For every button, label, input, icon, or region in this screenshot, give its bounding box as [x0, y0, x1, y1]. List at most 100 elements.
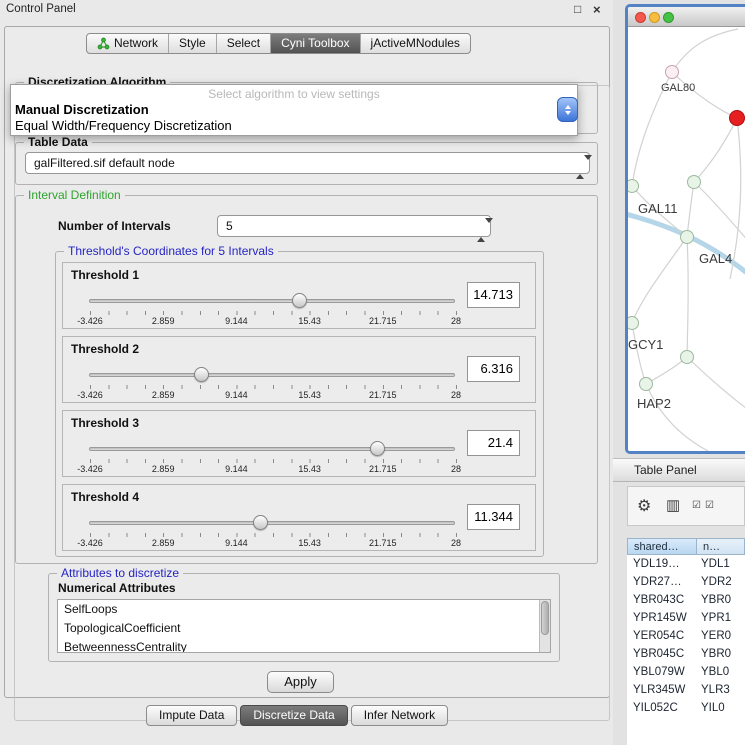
tab-style[interactable]: Style: [169, 34, 217, 53]
threshold-4-value-field[interactable]: 11.344: [467, 504, 520, 530]
zoom-traffic-light[interactable]: [663, 12, 674, 23]
node-label: GAL11: [638, 201, 678, 216]
threshold-2-slider[interactable]: [89, 366, 455, 383]
tab-network[interactable]: Network: [87, 34, 169, 53]
slider-ticks: [90, 385, 457, 389]
network-node[interactable]: [687, 175, 701, 189]
scale-label: 9.144: [225, 316, 248, 326]
network-canvas[interactable]: GAL80 GAL11 GAL4 GCY1 HAP2: [628, 27, 745, 454]
close-icon[interactable]: ×: [593, 2, 601, 17]
cell-name: YPR1: [697, 609, 745, 627]
dropdown-option-manual-discretization[interactable]: Manual Discretization: [11, 102, 577, 118]
table-row[interactable]: YDL19… YDL1: [627, 555, 745, 573]
spinner-arrows-icon: [576, 157, 584, 177]
table-row[interactable]: YIL052C YIL0: [627, 699, 745, 717]
network-node[interactable]: [625, 179, 639, 193]
list-item[interactable]: TopologicalCoefficient: [58, 619, 550, 638]
tab-select[interactable]: Select: [217, 34, 271, 53]
algorithm-dropdown-popup: Select algorithm to view settings Manual…: [10, 84, 578, 136]
slider-track[interactable]: [89, 447, 455, 451]
highlighted-network-node[interactable]: [729, 110, 745, 126]
slider-scale: -3.426 2.859 9.144 15.43 21.715 28: [90, 390, 456, 401]
cell-shared-name: YBL079W: [627, 663, 697, 681]
tab-label: Network: [114, 34, 158, 53]
scale-label: 2.859: [152, 464, 175, 474]
tab-discretize-data[interactable]: Discretize Data: [240, 705, 347, 726]
network-view-window[interactable]: GAL80 GAL11 GAL4 GCY1 HAP2: [625, 4, 745, 454]
threshold-panel: Threshold 1 -3.426 2.859 9.144 15.43 21.…: [62, 262, 536, 329]
tab-cyni-toolbox[interactable]: Cyni Toolbox: [271, 34, 360, 53]
gear-icon[interactable]: ⚙: [637, 496, 651, 516]
table-row[interactable]: YDR27… YDR2: [627, 573, 745, 591]
scale-label: 9.144: [225, 464, 248, 474]
table-row[interactable]: YPR145W YPR1: [627, 609, 745, 627]
threshold-label: Threshold 1: [71, 268, 139, 282]
number-of-intervals-value: 5: [226, 219, 233, 233]
node-label: HAP2: [637, 396, 671, 411]
network-node[interactable]: [680, 230, 694, 244]
scale-label: 21.715: [369, 538, 397, 548]
list-item[interactable]: BetweennessCentrality: [58, 638, 550, 653]
table-row[interactable]: YER054C YER0: [627, 627, 745, 645]
float-window-icon[interactable]: □: [574, 2, 581, 16]
numerical-attributes-list: SelfLoops TopologicalCoefficient Between…: [57, 599, 551, 653]
table-row[interactable]: YBR043C YBR0: [627, 591, 745, 609]
threshold-label: Threshold 2: [71, 342, 139, 356]
threshold-4-slider[interactable]: [89, 514, 455, 531]
minimize-traffic-light[interactable]: [649, 12, 660, 23]
network-node[interactable]: [680, 350, 694, 364]
scale-label: 28: [451, 390, 461, 400]
threshold-1-value-field[interactable]: 14.713: [467, 282, 520, 308]
scrollbar-thumb[interactable]: [541, 601, 549, 635]
column-header-name[interactable]: n…: [697, 538, 745, 555]
cell-name: YBR0: [697, 645, 745, 663]
threshold-panel: Threshold 2 -3.426 2.859 9.144 15.43 21.…: [62, 336, 536, 403]
column-header-shared-name[interactable]: shared…: [627, 538, 697, 555]
combo-down-arrow-icon: [565, 111, 571, 115]
slider-scale: -3.426 2.859 9.144 15.43 21.715 28: [90, 538, 456, 549]
threshold-2-value-field[interactable]: 6.316: [467, 356, 520, 382]
slider-track[interactable]: [89, 373, 455, 377]
dropdown-option-equal-width-frequency[interactable]: Equal Width/Frequency Discretization: [11, 118, 577, 134]
table-row[interactable]: YBR045C YBR0: [627, 645, 745, 663]
slider-thumb[interactable]: [194, 367, 209, 382]
apply-button[interactable]: Apply: [267, 671, 334, 693]
close-traffic-light[interactable]: [635, 12, 646, 23]
threshold-panel: Threshold 3 -3.426 2.859 9.144 15.43 21.…: [62, 410, 536, 477]
network-node[interactable]: [665, 65, 679, 79]
columns-icon[interactable]: ▥: [666, 496, 680, 514]
table-header-row: shared… n…: [627, 538, 745, 555]
threshold-panel: Threshold 4 -3.426 2.859 9.144 15.43 21.…: [62, 484, 536, 551]
table-panel-title: Table Panel: [634, 463, 697, 477]
slider-thumb[interactable]: [292, 293, 307, 308]
threshold-1-slider[interactable]: [89, 292, 455, 309]
scale-label: 15.43: [298, 538, 321, 548]
network-node[interactable]: [625, 316, 639, 330]
network-icon: [97, 37, 110, 50]
list-scrollbar[interactable]: [539, 600, 550, 652]
tab-infer-network[interactable]: Infer Network: [351, 705, 448, 726]
network-node[interactable]: [639, 377, 653, 391]
table-data-combobox[interactable]: galFiltered.sif default node: [25, 152, 590, 174]
slider-track[interactable]: [89, 299, 455, 303]
tab-jactivemnodules[interactable]: jActiveMNodules: [361, 34, 470, 53]
table-row[interactable]: YLR345W YLR3: [627, 681, 745, 699]
cell-name: YDL1: [697, 555, 745, 573]
node-label: GAL4: [699, 251, 732, 266]
threshold-3-value-field[interactable]: 21.4: [467, 430, 520, 456]
tab-impute-data[interactable]: Impute Data: [146, 705, 237, 726]
slider-track[interactable]: [89, 521, 455, 525]
list-item[interactable]: SelfLoops: [58, 600, 550, 619]
checkbox-icon[interactable]: ☑: [705, 500, 714, 511]
number-of-intervals-combobox[interactable]: 5: [217, 215, 491, 237]
algorithm-combo-arrows-button[interactable]: [557, 97, 578, 122]
threshold-3-slider[interactable]: [89, 440, 455, 457]
table-row[interactable]: YBL079W YBL0: [627, 663, 745, 681]
cell-shared-name: YBR043C: [627, 591, 697, 609]
slider-thumb[interactable]: [370, 441, 385, 456]
node-label: GCY1: [628, 337, 663, 352]
tab-label: Cyni Toolbox: [281, 34, 349, 53]
checkbox-icon[interactable]: ☑: [692, 500, 701, 511]
slider-thumb[interactable]: [253, 515, 268, 530]
cell-shared-name: YDR27…: [627, 573, 697, 591]
